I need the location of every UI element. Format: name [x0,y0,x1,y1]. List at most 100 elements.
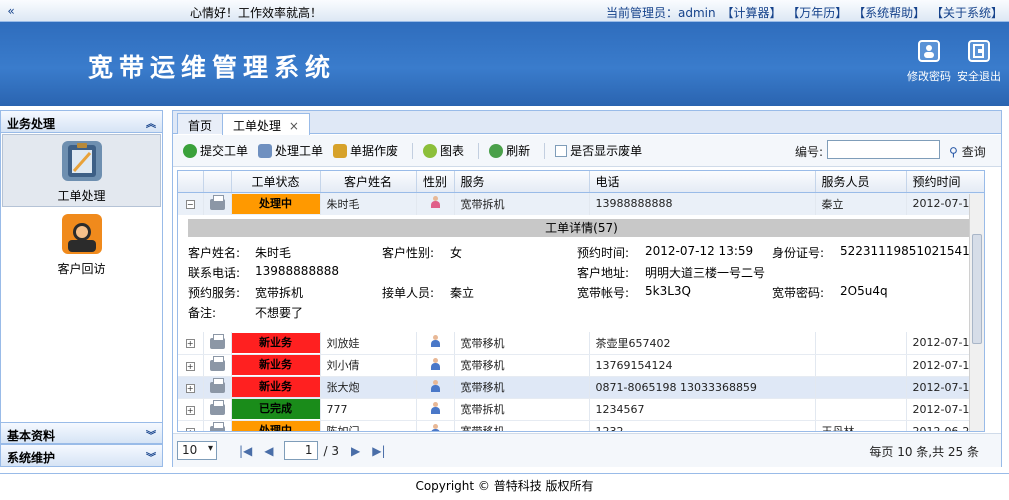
last-page-icon[interactable]: ▶| [372,444,385,458]
table-row[interactable]: + 处理中 陈如门 宽带移机 1232... 王丹林 2012-06-20... [178,420,984,431]
printer-icon[interactable] [209,356,225,371]
scrollbar-thumb[interactable] [972,234,982,344]
detail-label: 接单人员: [382,286,435,300]
table-row[interactable]: + 已完成 777 宽带拆机 1234567 2012-07-12... [178,398,984,421]
change-password-button[interactable]: 修改密码 [904,40,954,84]
cell-phone: 1232... [589,420,816,431]
cell-phone: 13769154124 [589,354,816,377]
detail-label: 预约时间: [577,246,630,260]
logout-button[interactable]: 安全退出 [954,40,1004,84]
process-workorder-button[interactable]: 处理工单 [258,142,323,159]
male-icon [430,379,441,392]
printer-icon[interactable] [209,422,225,431]
sidebar-header-label: 业务处理 [7,117,56,131]
sidebar-item-callback[interactable]: 客户回访 [1,208,162,281]
close-icon[interactable]: × [289,119,299,133]
chevron-down-icon[interactable]: ︾ [146,427,156,442]
cell-service: 宽带移机 [454,420,590,431]
checkbox[interactable] [555,144,568,157]
detail-label: 联系电话: [188,266,241,280]
column-header-service[interactable]: 服务 [454,171,590,193]
page-number-input[interactable]: 1 [283,441,318,460]
detail-title: 工单详情(57) [188,219,975,237]
cell-phone: 13988888888 [589,193,816,216]
detail-value: 5k3L3Q [645,284,691,298]
total-pages: / 3 [323,443,340,458]
column-header-phone[interactable]: 电话 [589,171,816,193]
about-link[interactable]: 【关于系统】 [931,6,1003,20]
column-header-status[interactable]: 工单状态 [231,171,321,193]
sidebar-item-label: 工单处理 [57,189,106,203]
column-header-name[interactable]: 客户姓名 [320,171,417,193]
calculator-link[interactable]: 【计算器】 [721,6,781,20]
cell-staff [815,398,907,421]
detail-label: 宽带密码: [772,286,825,300]
button-label: 查询 [961,145,986,159]
next-page-icon[interactable]: ▶ [351,444,360,458]
chart-button[interactable]: 图表 [423,142,464,159]
chart-icon [423,143,438,158]
show-void-checkbox[interactable]: 是否显示废单 [555,142,642,159]
expand-row-icon[interactable]: + [185,405,195,415]
first-page-icon[interactable]: |◀ [239,444,252,458]
code-input[interactable] [827,140,940,159]
refresh-button[interactable]: 刷新 [489,142,530,159]
detail-label: 客户姓名: [188,246,241,260]
cell-phone: 茶壶里657402 [589,332,816,355]
page-size-select[interactable]: 10 [177,441,217,460]
prev-page-icon[interactable]: ◀ [264,444,273,458]
chevron-down-icon[interactable]: ︾ [146,449,156,464]
detail-label: 宽带帐号: [577,286,630,300]
sidebar-header-system[interactable]: 系统维护 ︾ [1,444,162,466]
chevron-up-icon[interactable]: ︽ [146,115,156,130]
sidebar-bottom-panels: 基本资料 ︾ 系统维护 ︾ [1,422,162,466]
table-row[interactable]: + 新业务 张大炮 宽带移机 0871-8065198 13033368859 … [178,376,984,399]
male-icon [430,335,441,348]
tab-label: 首页 [188,119,213,133]
status-badge: 已完成 [231,399,319,419]
table-row[interactable]: + 新业务 刘放娃 宽带移机 茶壶里657402 2012-07-12... [178,332,984,355]
sidebar-header-basic[interactable]: 基本资料 ︾ [1,422,162,444]
cell-service: 宽带移机 [454,354,590,377]
toolbar-separator [544,142,546,159]
expand-row-icon[interactable]: + [185,383,195,393]
detail-value: 女 [450,246,463,260]
collapse-icon[interactable]: « [0,0,22,22]
tab-home[interactable]: 首页 [177,113,224,134]
detail-value: 2O5u4q [840,284,888,298]
table-row[interactable]: − 处理中 朱时毛 宽带拆机 13988888888 秦立 2012-07-12… [178,193,984,216]
vertical-scrollbar[interactable] [969,194,984,431]
help-link[interactable]: 【系统帮助】 [853,6,925,20]
printer-icon[interactable] [209,400,225,415]
sidebar-header-business[interactable]: 业务处理 ︽ [1,111,162,133]
banner: 宽带运维管理系统 修改密码 安全退出 [0,22,1009,106]
clipboard-icon [61,141,102,181]
table-row[interactable]: + 新业务 刘小倩 宽带移机 13769154124 2012-07-12... [178,354,984,377]
tab-workorder[interactable]: 工单处理 × [222,113,310,135]
motto-text: 心情好！工作效率就高！ [190,6,323,20]
submit-workorder-button[interactable]: 提交工单 [183,142,248,159]
expand-row-icon[interactable]: + [185,361,195,371]
button-label: 处理工单 [275,144,324,158]
toolbar-separator [478,142,480,159]
column-header-time[interactable]: 预约时间 [906,171,984,193]
column-header-gender[interactable]: 性别 [416,171,455,193]
detail-label: 身份证号: [772,246,825,260]
change-password-label: 修改密码 [907,70,951,83]
button-label: 刷新 [506,144,531,158]
refresh-icon [489,143,504,158]
query-button[interactable]: ⚲ 查询 [949,143,986,160]
printer-icon[interactable] [209,378,225,393]
calendar-link[interactable]: 【万年历】 [787,6,847,20]
printer-icon[interactable] [209,194,225,210]
invalidate-button[interactable]: 单据作废 [333,142,398,159]
collapse-row-icon[interactable]: − [185,200,195,210]
exit-icon [968,40,990,62]
cell-service: 宽带移机 [454,332,590,355]
admin-label: 当前管理员：admin [606,6,716,20]
sidebar-item-workorder[interactable]: 工单处理 [2,134,161,207]
column-header-staff[interactable]: 服务人员 [815,171,907,193]
expand-row-icon[interactable]: + [185,339,195,349]
printer-icon[interactable] [209,333,225,349]
expand-row-icon[interactable]: + [185,427,195,431]
